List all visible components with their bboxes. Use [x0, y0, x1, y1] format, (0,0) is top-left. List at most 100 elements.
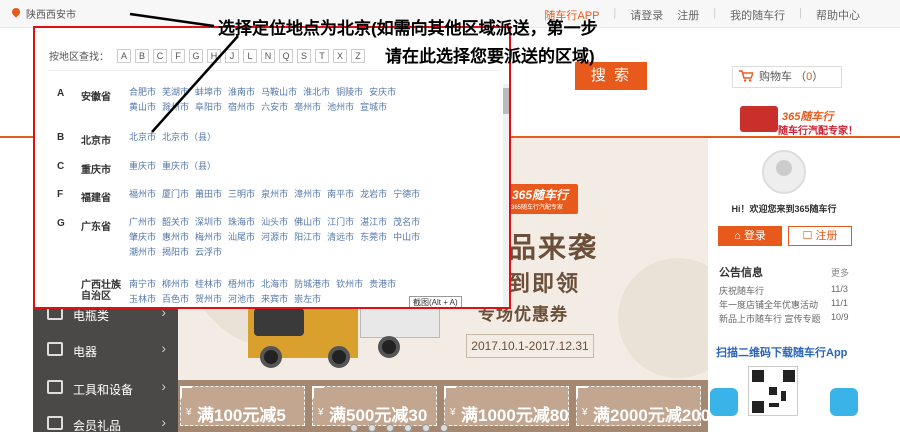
letter-filter-button[interactable]: C: [153, 48, 167, 63]
city-link[interactable]: 龙岩市: [360, 187, 387, 202]
city-link[interactable]: 柳州市: [162, 277, 189, 292]
province-name[interactable]: 广东省: [81, 218, 129, 233]
city-link[interactable]: 珠海市: [228, 215, 255, 230]
carousel-dot[interactable]: [350, 424, 358, 432]
city-link[interactable]: 芜湖市: [162, 85, 189, 100]
city-link[interactable]: 宣城市: [360, 100, 387, 115]
notice-item[interactable]: 庆祝随车行 11/3: [719, 284, 867, 297]
province-name[interactable]: 广西壮族自治区: [81, 280, 125, 302]
city-link[interactable]: 宁德市: [393, 187, 420, 202]
province-name[interactable]: 安徽省: [81, 88, 129, 103]
city-link[interactable]: 玉林市: [129, 292, 156, 307]
letter-filter-button[interactable]: L: [243, 48, 257, 63]
city-link[interactable]: 北京市: [129, 130, 156, 145]
city-link[interactable]: 蚌埠市: [195, 85, 222, 100]
login-link[interactable]: 请登录: [630, 7, 663, 23]
login-button[interactable]: ⌂ 登录: [718, 226, 782, 246]
carousel-dot[interactable]: [404, 424, 412, 432]
city-link[interactable]: 河源市: [261, 230, 288, 245]
city-link[interactable]: 铜陵市: [336, 85, 363, 100]
city-link[interactable]: 福州市: [129, 187, 156, 202]
province-name[interactable]: 北京市: [81, 132, 129, 147]
carousel-dot[interactable]: [386, 424, 394, 432]
city-link[interactable]: 茂名市: [393, 215, 420, 230]
city-link[interactable]: 江门市: [327, 215, 354, 230]
coupon-card[interactable]: ¥ 满100元减5: [180, 386, 305, 426]
letter-filter-button[interactable]: Q: [279, 48, 293, 63]
carousel-dot[interactable]: [368, 424, 376, 432]
city-link[interactable]: 六安市: [261, 100, 288, 115]
current-location[interactable]: 陕西西安市: [26, 6, 76, 21]
city-link[interactable]: 黄山市: [129, 100, 156, 115]
letter-filter-button[interactable]: X: [333, 48, 347, 63]
city-link[interactable]: 重庆市（县）: [162, 159, 216, 174]
city-link[interactable]: 佛山市: [294, 215, 321, 230]
city-link[interactable]: 广州市: [129, 215, 156, 230]
city-link[interactable]: 崇左市: [294, 292, 321, 307]
city-link[interactable]: 漳州市: [294, 187, 321, 202]
letter-filter-button[interactable]: T: [315, 48, 329, 63]
province-name[interactable]: 福建省: [81, 189, 129, 204]
letter-filter-button[interactable]: S: [297, 48, 311, 63]
city-link[interactable]: 淮北市: [303, 85, 330, 100]
city-link[interactable]: 三明市: [228, 187, 255, 202]
city-link[interactable]: 亳州市: [294, 100, 321, 115]
letter-filter-button[interactable]: H: [207, 48, 221, 63]
city-link[interactable]: 池州市: [327, 100, 354, 115]
city-link[interactable]: 淮南市: [228, 85, 255, 100]
city-link[interactable]: 北海市: [261, 277, 288, 292]
scrollbar-thumb[interactable]: [503, 88, 509, 114]
province-name[interactable]: 重庆市: [81, 161, 129, 176]
letter-filter-button[interactable]: F: [171, 48, 185, 63]
city-link[interactable]: 汕尾市: [228, 230, 255, 245]
city-link[interactable]: 东莞市: [360, 230, 387, 245]
city-link[interactable]: 惠州市: [162, 230, 189, 245]
dropdown-scrollbar[interactable]: [503, 84, 509, 306]
notice-more-link[interactable]: 更多: [831, 266, 849, 279]
my-account-link[interactable]: 我的随车行: [730, 7, 785, 23]
city-link[interactable]: 揭阳市: [162, 245, 189, 260]
city-link[interactable]: 重庆市: [129, 159, 156, 174]
city-link[interactable]: 防城港市: [294, 277, 330, 292]
letter-filter-button[interactable]: G: [189, 48, 203, 63]
letter-filter-button[interactable]: B: [135, 48, 149, 63]
city-link[interactable]: 贺州市: [195, 292, 222, 307]
city-link[interactable]: 贵港市: [369, 277, 396, 292]
notice-item[interactable]: 新品上市随车行 宣传专题 10/9: [719, 312, 867, 325]
city-link[interactable]: 百色市: [162, 292, 189, 307]
coupon-card[interactable]: ¥ 满500元减30: [312, 386, 437, 426]
carousel-dot[interactable]: [440, 424, 448, 432]
register-link[interactable]: 注册: [677, 7, 699, 23]
category-item-gifts[interactable]: 会员礼品 ›: [33, 404, 178, 432]
letter-filter-button[interactable]: Z: [351, 48, 365, 63]
city-link[interactable]: 厦门市: [162, 187, 189, 202]
city-link[interactable]: 肇庆市: [129, 230, 156, 245]
city-link[interactable]: 梅州市: [195, 230, 222, 245]
city-link[interactable]: 合肥市: [129, 85, 156, 100]
city-link[interactable]: 北京市（县）: [162, 130, 216, 145]
city-link[interactable]: 莆田市: [195, 187, 222, 202]
carousel-dot[interactable]: [422, 424, 430, 432]
coupon-card[interactable]: ¥ 满2000元减200: [576, 386, 710, 426]
city-link[interactable]: 安庆市: [369, 85, 396, 100]
city-link[interactable]: 钦州市: [336, 277, 363, 292]
city-link[interactable]: 梧州市: [228, 277, 255, 292]
register-button[interactable]: ☐ 注册: [788, 226, 852, 246]
coupon-card[interactable]: ¥ 满1000元减80: [444, 386, 569, 426]
city-link[interactable]: 滁州市: [162, 100, 189, 115]
city-link[interactable]: 阜阳市: [195, 100, 222, 115]
city-link[interactable]: 云浮市: [195, 245, 222, 260]
city-link[interactable]: 泉州市: [261, 187, 288, 202]
city-link[interactable]: 潮州市: [129, 245, 156, 260]
letter-filter-button[interactable]: A: [117, 48, 131, 63]
letter-filter-button[interactable]: N: [261, 48, 275, 63]
city-link[interactable]: 河池市: [228, 292, 255, 307]
city-link[interactable]: 来宾市: [261, 292, 288, 307]
letter-filter-button[interactable]: J: [225, 48, 239, 63]
city-link[interactable]: 南平市: [327, 187, 354, 202]
city-link[interactable]: 深圳市: [195, 215, 222, 230]
city-link[interactable]: 清远市: [327, 230, 354, 245]
category-item-tools[interactable]: 工具和设备 ›: [33, 368, 178, 408]
cart-button[interactable]: 购物车 （0）: [732, 66, 842, 88]
city-link[interactable]: 中山市: [393, 230, 420, 245]
